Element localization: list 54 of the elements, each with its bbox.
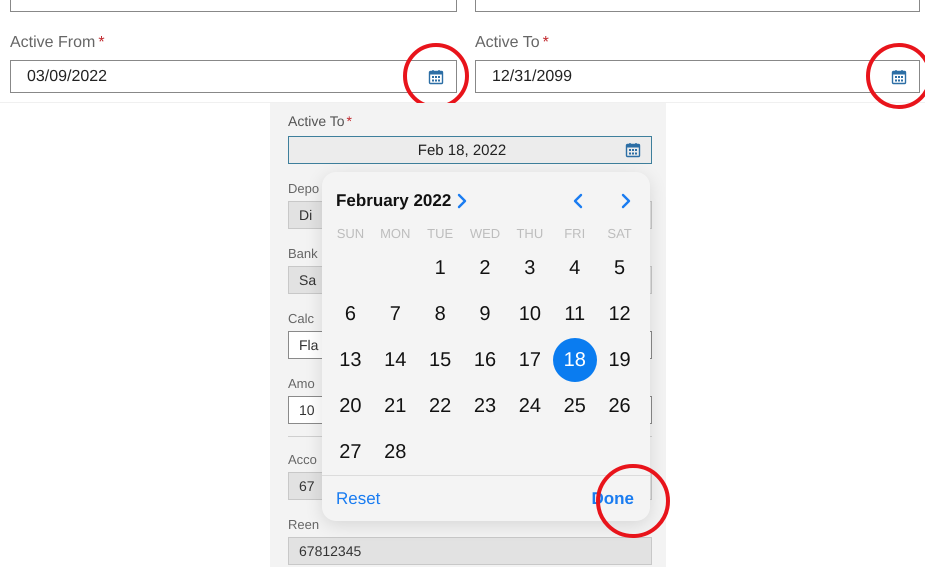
- calendar-day[interactable]: 11: [552, 292, 597, 336]
- calendar-day[interactable]: 9: [462, 292, 507, 336]
- field-label: Active To: [288, 113, 345, 131]
- calendar-day[interactable]: 25: [552, 384, 597, 428]
- field-label: Acco: [288, 452, 317, 469]
- field-label: Active To: [475, 34, 540, 53]
- calendar-day[interactable]: 15: [418, 338, 462, 382]
- calendar-day[interactable]: 1: [418, 246, 462, 290]
- reset-button[interactable]: Reset: [336, 489, 380, 509]
- calendar-day[interactable]: 8: [418, 292, 462, 336]
- calendar-day[interactable]: 26: [598, 384, 642, 428]
- calendar-day[interactable]: 19: [598, 338, 642, 382]
- calendar-day[interactable]: 4: [552, 246, 597, 290]
- field-label: Bank: [288, 246, 318, 263]
- calendar-day[interactable]: 17: [508, 338, 552, 382]
- date-field[interactable]: 12/31/2099: [475, 60, 920, 93]
- calendar-day[interactable]: 18: [552, 338, 597, 382]
- calendar-day[interactable]: 20: [328, 384, 372, 428]
- calendar-day[interactable]: 16: [462, 338, 507, 382]
- calendar-day[interactable]: 3: [508, 246, 552, 290]
- required-asterisk: *: [542, 34, 549, 53]
- field-label: Amo: [288, 376, 315, 393]
- calendar-icon[interactable]: [428, 68, 444, 84]
- calendar-day[interactable]: 7: [373, 292, 418, 336]
- field-label: Depo: [288, 181, 320, 198]
- calendar-day[interactable]: 28: [373, 430, 418, 474]
- month-title[interactable]: February 2022: [336, 191, 452, 211]
- calendar-day[interactable]: 10: [508, 292, 552, 336]
- calendar-day[interactable]: 12: [598, 292, 642, 336]
- field-label: Active From: [10, 34, 96, 53]
- input-field[interactable]: [10, 0, 457, 12]
- calendar-day[interactable]: 21: [373, 384, 418, 428]
- required-asterisk: *: [346, 113, 352, 131]
- field-label: Reen: [288, 517, 320, 534]
- next-month-icon[interactable]: [620, 192, 632, 210]
- calendar-day[interactable]: 2: [462, 246, 507, 290]
- calendar-day[interactable]: 24: [508, 384, 552, 428]
- calendar-day[interactable]: 13: [328, 338, 372, 382]
- date-field[interactable]: 03/09/2022: [10, 60, 457, 93]
- field-label: Calc: [288, 311, 314, 328]
- calendar-icon[interactable]: [891, 68, 907, 84]
- date-field[interactable]: Feb 18, 2022: [288, 136, 652, 164]
- calendar-icon[interactable]: [625, 142, 641, 158]
- input-field[interactable]: 67812345: [288, 537, 652, 565]
- previous-month-icon[interactable]: [572, 192, 584, 210]
- required-asterisk: *: [98, 34, 105, 53]
- calendar-day[interactable]: 5: [598, 246, 642, 290]
- input-field[interactable]: [475, 0, 920, 12]
- calendar-day[interactable]: 6: [328, 292, 372, 336]
- calendar-day[interactable]: 23: [462, 384, 507, 428]
- chevron-right-icon[interactable]: [456, 192, 468, 210]
- calendar-day[interactable]: 27: [328, 430, 372, 474]
- calendar-day[interactable]: 22: [418, 384, 462, 428]
- calendar-day[interactable]: 14: [373, 338, 418, 382]
